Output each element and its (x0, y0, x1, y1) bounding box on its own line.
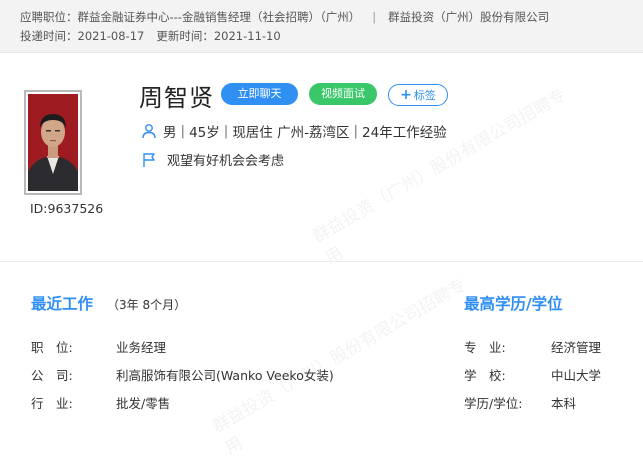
company-name: 群益投资（广州）股份有限公司 (388, 10, 550, 24)
industry-value: 批发/零售 (116, 396, 171, 411)
candidate-name: 周智贤 (139, 84, 214, 112)
avatar (24, 90, 82, 195)
job-status: 观望有好机会会考虑 (141, 150, 284, 169)
section-divider (0, 261, 643, 262)
applied-position-line: 应聘职位：群益金融证券中心---金融销售经理（社会招聘）（广州） | 群益投资（广州… (20, 9, 549, 25)
company-value: 利高服饰有限公司(Wanko Veeko女装) (116, 368, 334, 383)
residence: 现居住 广州-荔湾区 (232, 125, 350, 141)
industry-label: 行 业: (31, 396, 73, 411)
gender: 男 (163, 125, 177, 141)
submit-date: 2021-08-17 (77, 29, 145, 43)
avatar-photo (28, 94, 78, 191)
position-value: 业务经理 (116, 340, 167, 355)
person-icon (142, 124, 156, 139)
job-status-text: 观望有好机会会考虑 (167, 154, 285, 169)
add-tag-button[interactable]: + 标签 (388, 84, 448, 106)
recent-work-title: 最近工作 (31, 295, 94, 313)
update-label: 更新时间： (156, 29, 214, 43)
school-label: 学 校: (464, 368, 506, 383)
flag-icon (143, 152, 155, 167)
video-interview-button[interactable]: 视频面试 (309, 83, 377, 105)
applied-label: 应聘职位： (20, 10, 78, 24)
basic-info: 男 | 45岁 | 现居住 广州-荔湾区 | 24年工作经验 (141, 121, 447, 141)
recent-work-duration: （3年 8个月） (107, 298, 187, 312)
watermark: 群益投资（广州）股份有限公司招聘专 用 (309, 85, 570, 269)
candidate-id: ID:9637526 (30, 201, 104, 216)
major-label: 专 业: (464, 340, 506, 355)
position-label: 职 位: (31, 340, 73, 355)
applied-position: 群益金融证券中心---金融销售经理（社会招聘）（广州） (77, 10, 361, 24)
add-tag-label: 标签 (413, 89, 436, 102)
work-experience: 24年工作经验 (362, 125, 447, 141)
application-header: 应聘职位：群益金融证券中心---金融销售经理（社会招聘）（广州） | 群益投资（广州… (0, 0, 643, 53)
dates-line: 投递时间：2021-08-17 更新时间：2021-11-10 (20, 28, 281, 44)
chat-button[interactable]: 立即聊天 (221, 83, 298, 105)
degree-value: 本科 (551, 396, 577, 411)
education-title: 最高学历/学位 (464, 295, 563, 313)
company-label: 公 司: (31, 368, 73, 383)
submit-label: 投递时间： (20, 29, 78, 43)
plus-icon: + (400, 87, 412, 103)
age: 45岁 (189, 125, 220, 141)
degree-label: 学历/学位: (464, 396, 523, 411)
major-value: 经济管理 (551, 340, 602, 355)
school-value: 中山大学 (551, 368, 602, 383)
update-date: 2021-11-10 (213, 29, 281, 43)
separator: | (372, 10, 377, 24)
